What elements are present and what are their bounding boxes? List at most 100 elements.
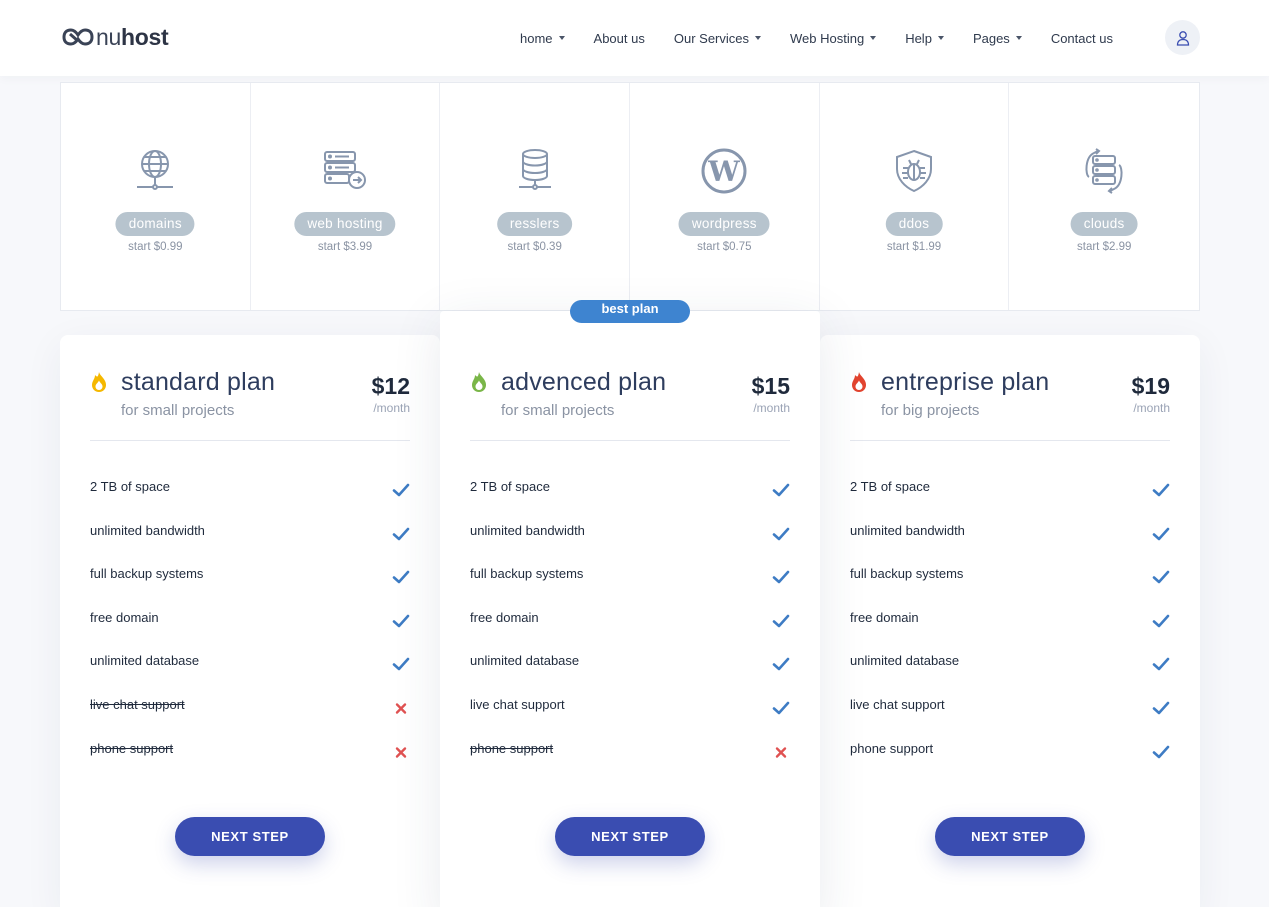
check-icon — [1152, 658, 1170, 671]
feature-item: 2 TB of space — [850, 478, 1170, 522]
check-icon — [772, 614, 790, 628]
plan-header: standard plan for small projects $12 /mo… — [90, 368, 410, 429]
check-icon — [392, 658, 410, 671]
service-label: web hosting — [294, 212, 396, 236]
check-icon — [392, 483, 410, 497]
nav-help[interactable]: Help — [905, 31, 944, 46]
feature-item: 2 TB of space — [470, 478, 790, 522]
feature-item: live chat support — [90, 696, 410, 740]
divider — [470, 440, 790, 441]
next-step-button[interactable]: NEXT STEP — [935, 817, 1085, 856]
check-icon — [392, 570, 410, 584]
nav-label: Help — [905, 30, 932, 46]
caret-down-icon — [755, 36, 761, 40]
next-step-button[interactable]: NEXT STEP — [175, 817, 325, 856]
service-resslers[interactable]: resslers start $0.39 — [440, 83, 631, 310]
plan-price: $19 — [1131, 373, 1170, 399]
main-nav: home About us Our Services Web Hosting H… — [520, 0, 1113, 76]
caret-down-icon — [558, 36, 565, 40]
service-web-hosting[interactable]: web hosting start $3.99 — [251, 83, 441, 310]
feature-item: live chat support — [850, 696, 1170, 740]
check-icon — [772, 701, 790, 715]
feature-text: live chat support — [90, 696, 185, 712]
svg-text:W: W — [708, 155, 741, 188]
service-label: domains — [115, 212, 195, 236]
service-price: start $0.39 — [507, 241, 562, 253]
nav-our-services[interactable]: Our Services — [674, 31, 761, 46]
logo[interactable]: nuhost — [62, 24, 169, 50]
database-network-icon — [511, 147, 559, 195]
plan-name: entreprise plan — [881, 368, 1050, 396]
logo-text-light: nu — [96, 24, 121, 50]
feature-item: unlimited database — [850, 652, 1170, 696]
site-header: nuhost home About us Our Services Web Ho… — [0, 0, 1269, 76]
divider — [850, 440, 1170, 441]
check-icon — [1152, 483, 1170, 497]
check-icon — [1152, 570, 1170, 584]
check-icon — [392, 614, 410, 628]
nav-about[interactable]: About us — [594, 31, 645, 46]
plan-period: /month — [1133, 401, 1170, 415]
plan-card-standard: standard plan for small projects $12 /mo… — [60, 335, 440, 907]
nav-label: About us — [593, 30, 645, 46]
nav-label: home — [520, 30, 553, 46]
feature-text: 2 TB of space — [470, 479, 550, 494]
feature-item: free domain — [90, 609, 410, 653]
feature-text: unlimited database — [470, 653, 580, 669]
plan-price: $15 — [751, 373, 790, 399]
plan-subtitle: for small projects — [121, 402, 235, 419]
cross-icon — [395, 746, 407, 758]
nav-label: Our Services — [673, 30, 749, 46]
nav-label: Contact us — [1050, 30, 1113, 46]
feature-item: unlimited database — [470, 652, 790, 696]
feature-item: free domain — [850, 609, 1170, 653]
feature-item: full backup systems — [850, 565, 1170, 609]
check-icon — [1152, 701, 1170, 715]
feature-item: free domain — [470, 609, 790, 653]
nav-label: Pages — [972, 30, 1010, 46]
user-account-button[interactable] — [1165, 20, 1200, 55]
nav-contact[interactable]: Contact us — [1051, 31, 1113, 46]
caret-down-icon — [1015, 36, 1022, 40]
service-label: clouds — [1070, 212, 1138, 236]
service-domains[interactable]: domains start $0.99 — [61, 83, 251, 310]
check-icon — [772, 483, 790, 497]
cross-icon — [775, 746, 787, 758]
feature-item: unlimited bandwidth — [850, 522, 1170, 566]
feature-text: 2 TB of space — [850, 479, 930, 494]
service-ddos[interactable]: ddos start $1.99 — [820, 83, 1010, 310]
service-label: ddos — [885, 212, 943, 236]
best-plan-badge: best plan — [570, 300, 690, 323]
feature-text: phone support — [90, 740, 174, 756]
feature-text: phone support — [470, 740, 554, 756]
plan-name: standard plan — [121, 368, 276, 396]
feature-item: live chat support — [470, 696, 790, 740]
feature-text: free domain — [90, 609, 159, 625]
services-strip: domains start $0.99 web hosting start $3… — [60, 82, 1200, 311]
best-plan-label: best plan — [601, 301, 659, 316]
user-icon — [1176, 30, 1189, 46]
plan-header: entreprise plan for big projects $19 /mo… — [850, 368, 1170, 429]
feature-text: full backup systems — [90, 566, 204, 582]
service-clouds[interactable]: clouds start $2.99 — [1009, 83, 1199, 310]
feature-text: full backup systems — [470, 566, 584, 582]
shield-bug-icon — [890, 147, 938, 195]
plan-period: /month — [753, 401, 790, 415]
logo-mark-icon — [62, 28, 94, 46]
plan-card-enterprise: entreprise plan for big projects $19 /mo… — [820, 335, 1200, 907]
feature-item: phone support — [850, 740, 1170, 784]
wordpress-icon: W — [700, 147, 748, 195]
nav-pages[interactable]: Pages — [973, 31, 1022, 46]
feature-text: unlimited database — [90, 653, 200, 669]
check-icon — [1152, 745, 1170, 758]
feature-text: unlimited database — [850, 653, 960, 669]
flame-icon — [472, 372, 486, 392]
nav-web-hosting[interactable]: Web Hosting — [790, 31, 877, 46]
check-icon — [1152, 614, 1170, 628]
plan-price: $12 — [371, 373, 410, 399]
cloud-servers-icon — [1080, 147, 1128, 195]
nav-home[interactable]: home — [520, 31, 565, 46]
next-step-button[interactable]: NEXT STEP — [555, 817, 705, 856]
feature-text: free domain — [850, 609, 919, 625]
service-wordpress[interactable]: W wordpress start $0.75 — [630, 83, 820, 310]
